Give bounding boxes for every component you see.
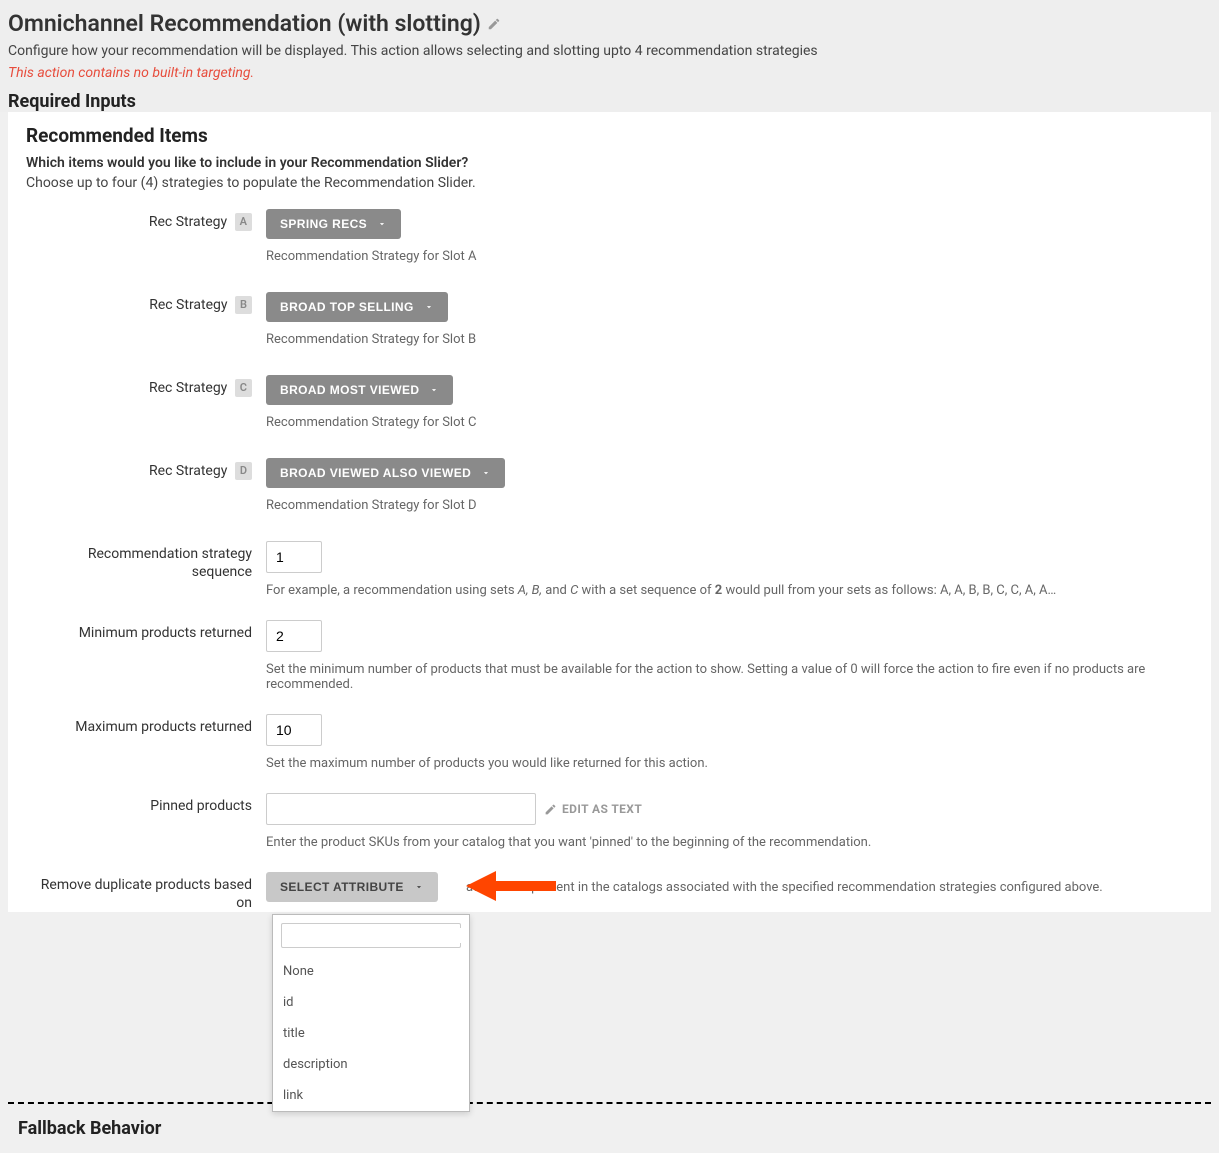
max-products-help: Set the maximum number of products you w… <box>266 756 1193 771</box>
fallback-behavior-title: Fallback Behavior <box>0 1104 1219 1153</box>
sequence-row: Recommendation strategy sequence For exa… <box>26 541 1193 598</box>
edit-as-text-button[interactable]: EDIT AS TEXT <box>544 802 642 816</box>
chevron-down-icon <box>429 385 439 395</box>
label-text: Rec Strategy <box>149 297 227 313</box>
chevron-down-icon <box>481 468 491 478</box>
recommended-items-panel: Recommended Items Which items would you … <box>8 112 1211 912</box>
min-products-row: Minimum products returned Set the minimu… <box>26 620 1193 692</box>
pencil-icon <box>544 803 557 816</box>
min-products-input[interactable] <box>266 620 322 652</box>
sequence-help: For example, a recommendation using sets… <box>266 583 1193 598</box>
select-value: BROAD TOP SELLING <box>280 300 414 314</box>
pinned-products-help: Enter the product SKUs from your catalog… <box>266 835 1193 850</box>
rec-strategy-select-c[interactable]: BROAD MOST VIEWED <box>266 375 453 405</box>
rec-strategy-label-d: Rec Strategy D <box>26 458 266 513</box>
slot-badge-b: B <box>235 296 252 314</box>
page-title: Omnichannel Recommendation (with slottin… <box>8 10 481 37</box>
rec-strategy-row-d: Rec Strategy D BROAD VIEWED ALSO VIEWED … <box>26 458 1193 513</box>
callout-arrow-icon <box>466 866 556 906</box>
page-title-row: Omnichannel Recommendation (with slottin… <box>8 10 1211 37</box>
dropdown-item-none[interactable]: None <box>273 956 469 987</box>
edit-title-icon[interactable] <box>487 17 501 31</box>
select-value: SELECT ATTRIBUTE <box>280 880 404 894</box>
min-products-help: Set the minimum number of products that … <box>266 662 1193 692</box>
label-text: Rec Strategy <box>149 380 227 396</box>
rec-strategy-label-a: Rec Strategy A <box>26 209 266 264</box>
max-products-label: Maximum products returned <box>26 714 266 771</box>
pinned-products-row: Pinned products EDIT AS TEXT Enter the p… <box>26 793 1193 850</box>
slot-badge-c: C <box>235 379 252 397</box>
chevron-down-icon <box>424 302 434 312</box>
targeting-warning: This action contains no built-in targeti… <box>8 65 1211 81</box>
sequence-label: Recommendation strategy sequence <box>26 541 266 598</box>
rec-strategy-select-b[interactable]: BROAD TOP SELLING <box>266 292 448 322</box>
rec-strategy-select-a[interactable]: SPRING RECS <box>266 209 401 239</box>
rec-strategy-label-b: Rec Strategy B <box>26 292 266 347</box>
chevron-down-icon <box>414 882 424 892</box>
dedupe-help: attribute is present in the catalogs ass… <box>466 880 1193 895</box>
dropdown-item-title[interactable]: title <box>273 1018 469 1049</box>
sequence-input[interactable] <box>266 541 322 573</box>
rec-strategy-label-c: Rec Strategy C <box>26 375 266 430</box>
chevron-down-icon <box>377 219 387 229</box>
dropdown-item-link[interactable]: link <box>273 1080 469 1111</box>
panel-heading: Recommended Items <box>26 124 1193 147</box>
dedupe-dropdown: None id title description link <box>272 914 470 1112</box>
min-products-label: Minimum products returned <box>26 620 266 692</box>
edit-as-text-label: EDIT AS TEXT <box>562 802 642 816</box>
slot-badge-d: D <box>235 462 252 480</box>
dedupe-select-button[interactable]: SELECT ATTRIBUTE <box>266 872 438 902</box>
dropdown-search-wrap <box>273 915 469 956</box>
rec-strategy-row-c: Rec Strategy C BROAD MOST VIEWED Recomme… <box>26 375 1193 430</box>
dedupe-label: Remove duplicate products based on <box>26 872 266 912</box>
pinned-products-label: Pinned products <box>26 793 266 850</box>
rec-strategy-help-d: Recommendation Strategy for Slot D <box>266 498 1193 513</box>
slot-badge-a: A <box>235 213 252 231</box>
pinned-products-input[interactable] <box>266 793 536 825</box>
select-value: BROAD MOST VIEWED <box>280 383 419 397</box>
form-area: Rec Strategy A SPRING RECS Recommendatio… <box>26 209 1193 912</box>
rec-strategy-row-a: Rec Strategy A SPRING RECS Recommendatio… <box>26 209 1193 264</box>
page-description: Configure how your recommendation will b… <box>8 43 1211 59</box>
rec-strategy-help-a: Recommendation Strategy for Slot A <box>266 249 1193 264</box>
required-inputs-title: Required Inputs <box>8 91 1211 112</box>
rec-strategy-select-d[interactable]: BROAD VIEWED ALSO VIEWED <box>266 458 505 488</box>
select-value: BROAD VIEWED ALSO VIEWED <box>280 466 471 480</box>
label-text: Rec Strategy <box>149 463 227 479</box>
dropdown-item-description[interactable]: description <box>273 1049 469 1080</box>
max-products-row: Maximum products returned Set the maximu… <box>26 714 1193 771</box>
select-value: SPRING RECS <box>280 217 367 231</box>
rec-strategy-help-b: Recommendation Strategy for Slot B <box>266 332 1193 347</box>
dropdown-search-input[interactable] <box>288 928 464 943</box>
rec-strategy-help-c: Recommendation Strategy for Slot C <box>266 415 1193 430</box>
max-products-input[interactable] <box>266 714 322 746</box>
dropdown-list[interactable]: None id title description link <box>273 956 469 1111</box>
rec-strategy-row-b: Rec Strategy B BROAD TOP SELLING Recomme… <box>26 292 1193 347</box>
label-text: Rec Strategy <box>149 214 227 230</box>
dropdown-item-id[interactable]: id <box>273 987 469 1018</box>
panel-subheading-question: Which items would you like to include in… <box>26 155 1193 171</box>
header-block: Omnichannel Recommendation (with slottin… <box>0 0 1219 112</box>
panel-subheading-hint: Choose up to four (4) strategies to popu… <box>26 175 1193 191</box>
dedupe-row: Remove duplicate products based on SELEC… <box>26 872 1193 912</box>
